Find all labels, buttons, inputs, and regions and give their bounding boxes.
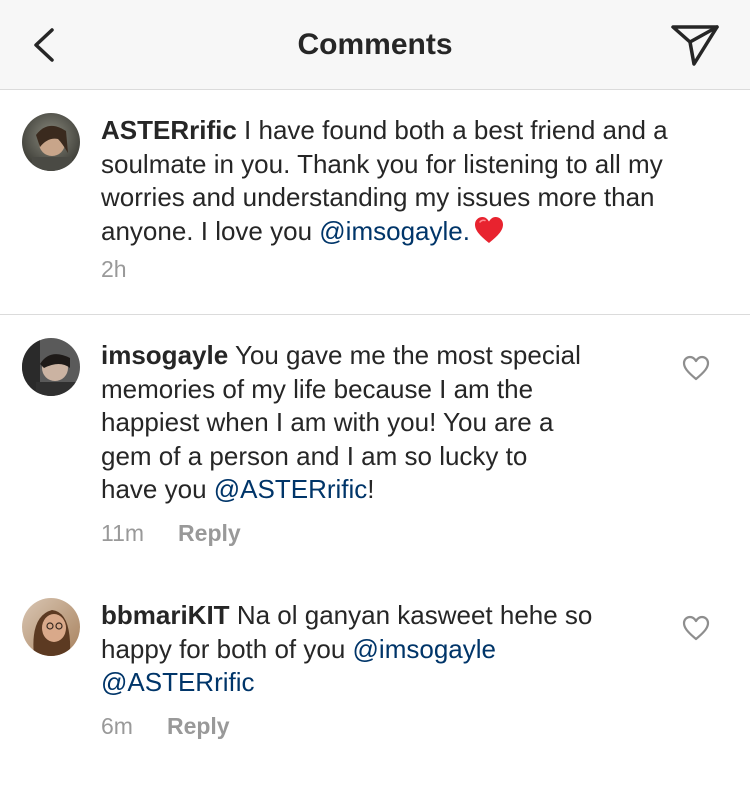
timestamp: 6m — [101, 713, 133, 739]
heart-outline-icon — [682, 355, 710, 381]
paper-plane-icon — [671, 25, 719, 66]
reply-button[interactable]: Reply — [178, 520, 241, 546]
comment-item: bbmariKIT Na ol ganyan kasweet hehe so h… — [0, 575, 750, 775]
mention-link[interactable]: @ASTERrific — [214, 474, 368, 504]
header-bar: Comments — [0, 0, 750, 90]
comment-meta: 6m Reply — [101, 711, 230, 741]
caption-meta: 2h — [101, 254, 127, 284]
avatar[interactable] — [22, 113, 80, 171]
caption-text: ASTERrific I have found both a best frie… — [101, 115, 668, 246]
caption-username[interactable]: ASTERrific — [101, 115, 237, 145]
caption-comment: ASTERrific I have found both a best frie… — [0, 90, 750, 314]
reply-button[interactable]: Reply — [167, 713, 230, 739]
comment-username[interactable]: bbmariKIT — [101, 600, 230, 630]
timestamp: 11m — [101, 520, 145, 546]
avatar[interactable] — [22, 598, 80, 656]
mention-link[interactable]: @ASTERrific — [101, 667, 255, 697]
comment-text: imsogayle You gave me the most special m… — [101, 340, 581, 504]
mention-link[interactable]: @imsogayle — [353, 634, 496, 664]
share-button[interactable] — [670, 22, 720, 68]
comment-username[interactable]: imsogayle — [101, 340, 228, 370]
heart-outline-icon — [682, 615, 710, 641]
page-title: Comments — [297, 28, 453, 61]
avatar[interactable] — [22, 338, 80, 396]
like-button[interactable] — [682, 615, 710, 641]
comment-meta: 11m Reply — [101, 518, 241, 548]
like-button[interactable] — [682, 355, 710, 381]
mention-link[interactable]: @imsogayle. — [319, 216, 470, 246]
comment-text: bbmariKIT Na ol ganyan kasweet hehe so h… — [101, 600, 593, 697]
timestamp: 2h — [101, 256, 127, 282]
red-heart-emoji-icon — [474, 216, 503, 243]
comment-item: imsogayle You gave me the most special m… — [0, 315, 750, 565]
